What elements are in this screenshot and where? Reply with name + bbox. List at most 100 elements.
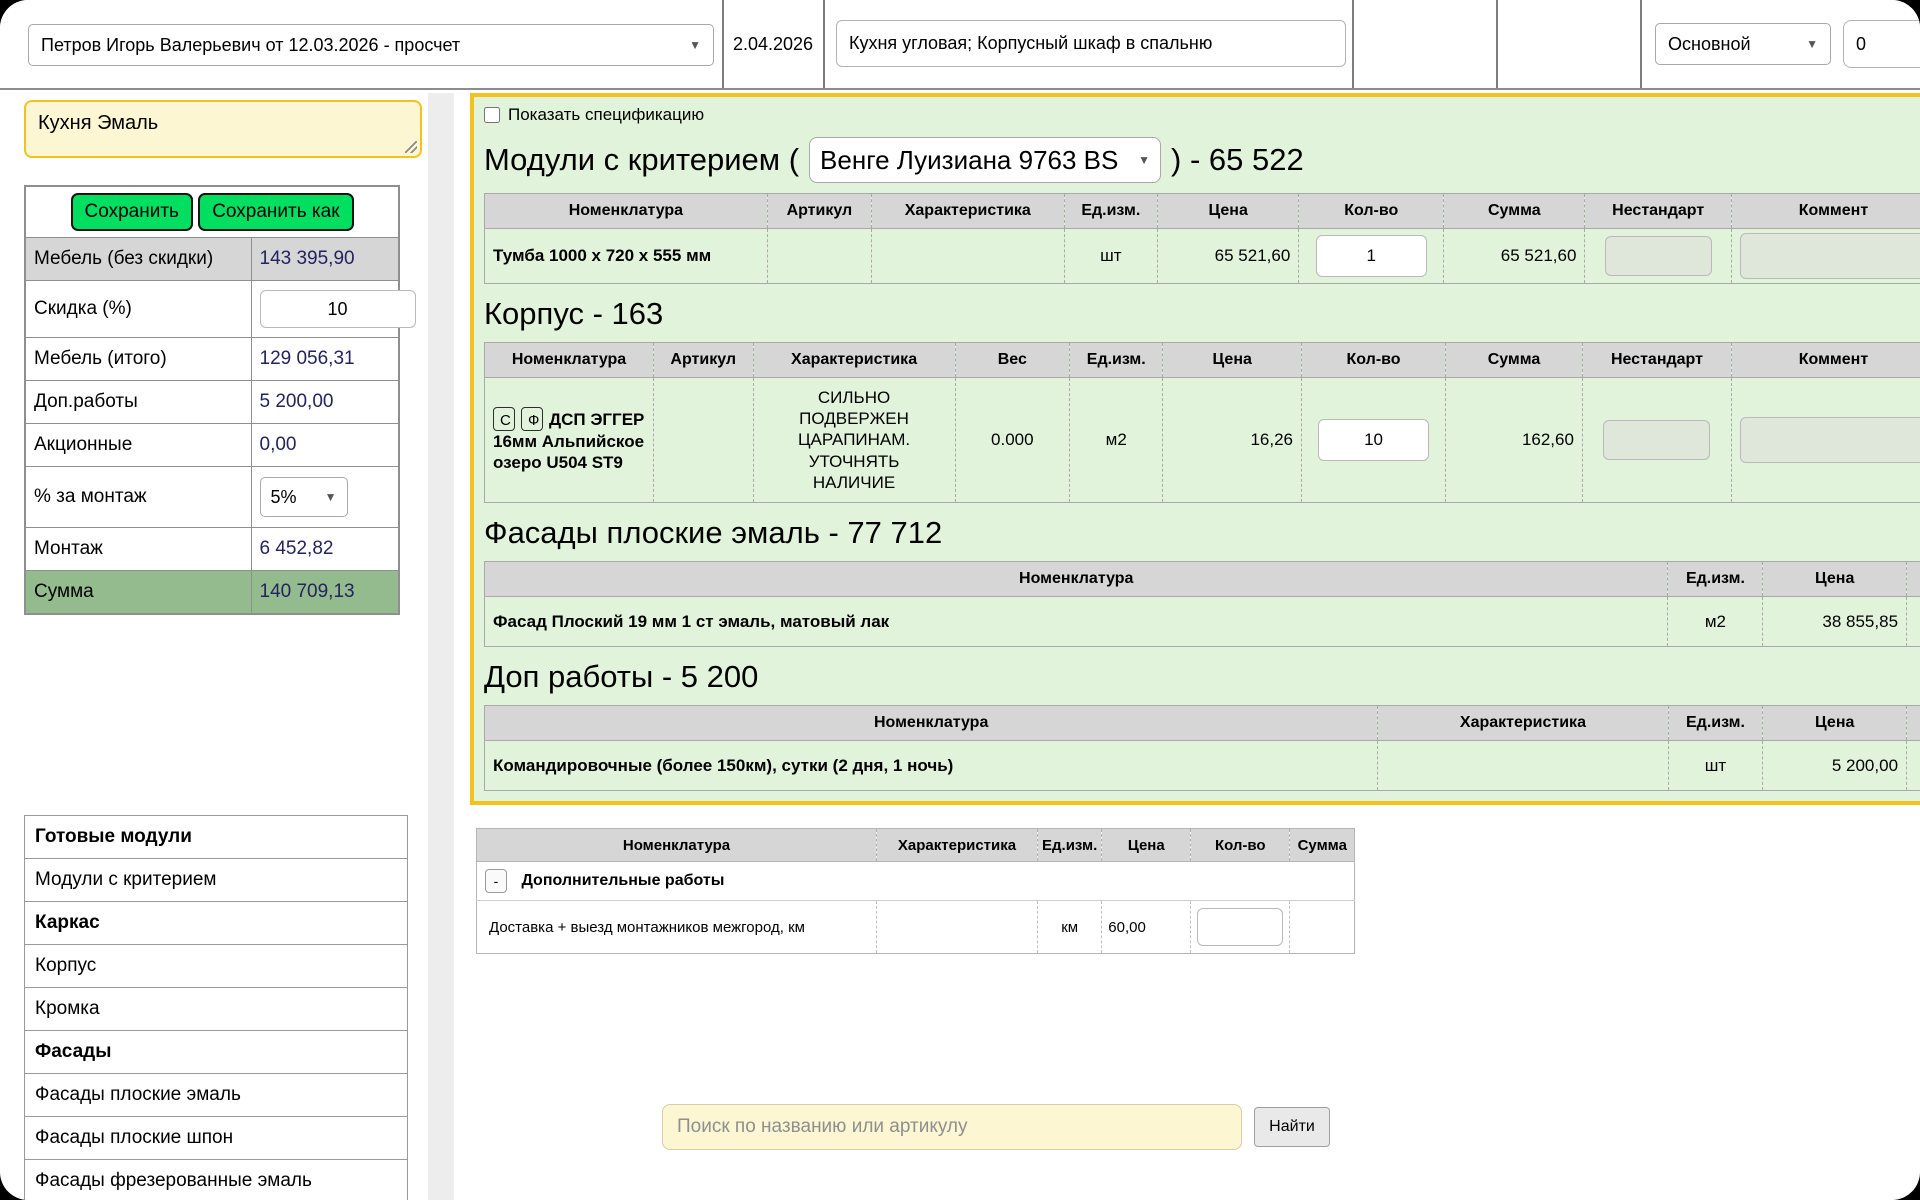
item-price: 38 855,85 xyxy=(1763,597,1907,647)
column-header: Цена xyxy=(1102,829,1191,862)
save-as-button[interactable]: Сохранить как xyxy=(198,193,353,231)
additional-works-table: Номенклатура Характеристика Ед.изм. Цена… xyxy=(476,828,1355,954)
summary-label: Скидка (%) xyxy=(25,281,251,338)
discount-input[interactable] xyxy=(260,290,416,328)
find-button[interactable]: Найти xyxy=(1254,1107,1330,1147)
quantity-input[interactable] xyxy=(1316,235,1427,277)
summary-label: Сумма xyxy=(25,571,251,615)
table-row: Тумба 1000 x 720 x 555 мм шт 65 521,60 6… xyxy=(485,229,1920,284)
splitter-strip[interactable] xyxy=(428,93,454,1200)
sidebar-item-fasady-ploskie-shpon[interactable]: Фасады плоские шпон xyxy=(25,1117,408,1160)
table-row: Мебель (без скидки) 143 395,90 xyxy=(25,238,399,281)
item-article xyxy=(654,378,754,503)
modules-table: Номенклатура Артикул Характеристика Ед.и… xyxy=(484,193,1920,284)
item-name: Командировочные (более 150км), сутки (2 … xyxy=(485,741,1378,791)
clipped-column xyxy=(1907,706,1920,741)
column-header: Характеристика xyxy=(877,829,1038,862)
item-unit: шт xyxy=(1668,741,1763,791)
summary-total-value: 140 709,13 xyxy=(251,571,399,615)
clipped-topbar-input[interactable] xyxy=(1843,20,1920,68)
item-name: Тумба 1000 x 720 x 555 мм xyxy=(485,229,768,284)
item-name: Доставка + выезд монтажников межгород, к… xyxy=(477,901,877,954)
column-header: Сумма xyxy=(1290,829,1355,862)
table-row: Командировочные (более 150км), сутки (2 … xyxy=(485,741,1920,791)
montage-percent-select[interactable]: 5% ▼ xyxy=(260,477,348,517)
item-unit: км xyxy=(1038,901,1102,954)
qty-cell xyxy=(1302,378,1446,503)
table-header-row: Номенклатура Артикул Характеристика Ед.и… xyxy=(485,194,1920,229)
section-title-moduli: Модули с критерием ( Венге Луизиана 9763… xyxy=(484,137,1920,183)
item-sum: 65 521,60 xyxy=(1444,229,1585,284)
nonstandard-cell xyxy=(1585,229,1732,284)
spec-tag-s-button[interactable]: С xyxy=(493,407,515,431)
comment-disabled-input xyxy=(1740,233,1920,279)
sidebar-item-gotovye-moduli[interactable]: Готовые модули xyxy=(25,816,408,859)
topbar-divider xyxy=(1352,0,1354,88)
item-characteristic: СИЛЬНО ПОДВЕРЖЕН ЦАРАПИНАМ. УТОЧНЯТЬ НАЛ… xyxy=(786,387,922,493)
category-list: Готовые модули Модули с критерием Каркас… xyxy=(24,815,408,1200)
search-input[interactable] xyxy=(662,1104,1242,1150)
item-characteristic xyxy=(1378,741,1668,791)
table-header-row: Номенклатура Характеристика Ед.изм. Цена xyxy=(485,706,1920,741)
summary-value: 129 056,31 xyxy=(251,338,399,381)
column-header: Номенклатура xyxy=(485,706,1378,741)
sidebar-item-fasady-ploskie-emal[interactable]: Фасады плоские эмаль xyxy=(25,1074,408,1117)
table-row: Скидка (%) xyxy=(25,281,399,338)
dop-raboty-table: Номенклатура Характеристика Ед.изм. Цена… xyxy=(484,705,1920,791)
section-title-korpus: Корпус - 163 xyxy=(484,296,1920,332)
comment-cell xyxy=(1731,229,1920,284)
client-order-select-value: Петров Игорь Валерьевич от 12.03.2026 - … xyxy=(41,35,460,56)
item-unit: м2 xyxy=(1070,378,1163,503)
section-title-fasady-emal: Фасады плоские эмаль - 77 712 xyxy=(484,515,1920,551)
save-buttons-row: Сохранить Сохранить как xyxy=(25,186,399,238)
save-button[interactable]: Сохранить xyxy=(71,193,193,231)
qty-cell xyxy=(1299,229,1444,284)
table-row: Фасад Плоский 19 мм 1 ст эмаль, матовый … xyxy=(485,597,1920,647)
project-name-textarea[interactable]: Кухня Эмаль xyxy=(24,100,422,158)
nonstandard-disabled-input xyxy=(1605,236,1712,276)
sidebar-item-fasady[interactable]: Фасады xyxy=(25,1031,408,1074)
column-header: Номенклатура xyxy=(477,829,877,862)
item-weight: 0.000 xyxy=(955,378,1069,503)
section-title-prefix: Модули с критерием ( xyxy=(484,142,799,178)
item-price: 60,00 xyxy=(1102,901,1191,954)
spec-tag-f-button[interactable]: Ф xyxy=(521,407,543,431)
decor-select[interactable]: Венге Луизиана 9763 BS ▼ xyxy=(809,137,1161,183)
summary-value: 6 452,82 xyxy=(251,528,399,571)
total-row: Сумма 140 709,13 xyxy=(25,571,399,615)
client-order-select[interactable]: Петров Игорь Валерьевич от 12.03.2026 - … xyxy=(28,24,714,66)
show-spec-checkbox[interactable] xyxy=(484,107,500,123)
summary-label: Акционные xyxy=(25,424,251,467)
column-header: Артикул xyxy=(654,343,754,378)
price-type-select[interactable]: Основной ▼ xyxy=(1655,23,1831,65)
column-header: Цена xyxy=(1763,706,1907,741)
item-price: 16,26 xyxy=(1163,378,1302,503)
item-price: 65 521,60 xyxy=(1158,229,1299,284)
order-summary-table: Сохранить Сохранить как Мебель (без скид… xyxy=(24,185,400,615)
collapse-group-button[interactable]: - xyxy=(485,869,507,893)
korpus-table: Номенклатура Артикул Характеристика Вес … xyxy=(484,342,1920,503)
item-sum: 162,60 xyxy=(1446,378,1583,503)
project-name-field-wrap: Кухня Эмаль xyxy=(24,100,422,158)
item-article xyxy=(767,229,871,284)
quantity-input[interactable] xyxy=(1318,419,1429,461)
topbar-divider xyxy=(823,0,825,88)
table-row: Акционные 0,00 xyxy=(25,424,399,467)
column-header: Характеристика xyxy=(1378,706,1668,741)
column-header: Ед.изм. xyxy=(1668,706,1763,741)
item-unit: шт xyxy=(1064,229,1158,284)
column-header: Коммент xyxy=(1731,343,1920,378)
sidebar-item-karkas[interactable]: Каркас xyxy=(25,902,408,945)
item-unit: м2 xyxy=(1668,597,1763,647)
app-window: Петров Игорь Валерьевич от 12.03.2026 - … xyxy=(0,0,1920,1200)
item-name: ДСП ЭГГЕР 16мм Альпийское озеро U504 ST9 xyxy=(493,410,644,472)
sidebar-item-fasady-frezerovannye-emal[interactable]: Фасады фрезерованные эмаль xyxy=(25,1160,408,1200)
column-header: Нестандарт xyxy=(1585,194,1732,229)
show-spec-row: Показать спецификацию xyxy=(484,105,1920,125)
sidebar-item-kromka[interactable]: Кромка xyxy=(25,988,408,1031)
sidebar-item-korpus[interactable]: Корпус xyxy=(25,945,408,988)
order-description-input[interactable] xyxy=(836,20,1346,67)
sidebar-item-moduli-s-kriteriem[interactable]: Модули с критерием xyxy=(25,859,408,902)
delivery-quantity-input[interactable] xyxy=(1197,908,1283,946)
summary-value: 5 200,00 xyxy=(251,381,399,424)
